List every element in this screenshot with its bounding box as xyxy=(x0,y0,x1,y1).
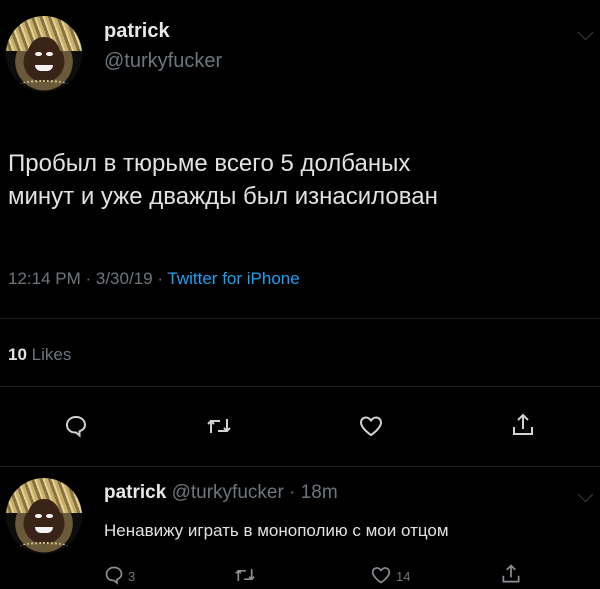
tweet-timestamp[interactable]: 12:14 PM · 3/30/19 · xyxy=(8,269,167,288)
tweet-text-line-1: Пробыл в тюрьме всего 5 долбаных xyxy=(8,150,411,177)
reply-icon[interactable] xyxy=(104,565,124,585)
like-icon[interactable] xyxy=(370,565,392,585)
share-icon[interactable] xyxy=(500,563,522,585)
divider xyxy=(0,318,600,319)
like-icon[interactable] xyxy=(358,414,384,438)
divider xyxy=(0,386,600,387)
chevron-down-icon[interactable] xyxy=(577,24,594,41)
reply-icon[interactable] xyxy=(64,414,88,438)
likes-count[interactable]: 10 Likes xyxy=(8,345,71,365)
reply-text: Ненавижу играть в монополию с мои отцом xyxy=(104,521,449,540)
likes-number: 10 xyxy=(8,345,27,364)
user-handle[interactable]: @turkyfucker xyxy=(104,50,222,73)
share-icon[interactable] xyxy=(510,412,536,438)
retweet-icon[interactable] xyxy=(234,565,256,585)
chevron-down-icon[interactable] xyxy=(577,486,594,503)
likes-label: Likes xyxy=(31,345,72,364)
reply-header: patrick @turkyfucker · 18m xyxy=(104,482,338,504)
reply-display-name[interactable]: patrick xyxy=(104,482,166,503)
reply-handle-time[interactable]: @turkyfucker · 18m xyxy=(172,482,338,503)
tweet-meta: 12:14 PM · 3/30/19 · Twitter for iPhone xyxy=(8,269,300,289)
display-name[interactable]: patrick xyxy=(104,20,170,43)
avatar[interactable] xyxy=(6,16,82,92)
retweet-icon[interactable] xyxy=(206,414,232,438)
divider xyxy=(0,466,600,467)
like-count: 14 xyxy=(396,569,411,584)
reply-count: 3 xyxy=(128,569,136,584)
tweet-source[interactable]: Twitter for iPhone xyxy=(167,269,299,288)
tweet-text-line-2: минут и уже дважды был изнасилован xyxy=(8,183,438,210)
avatar[interactable] xyxy=(6,478,82,554)
